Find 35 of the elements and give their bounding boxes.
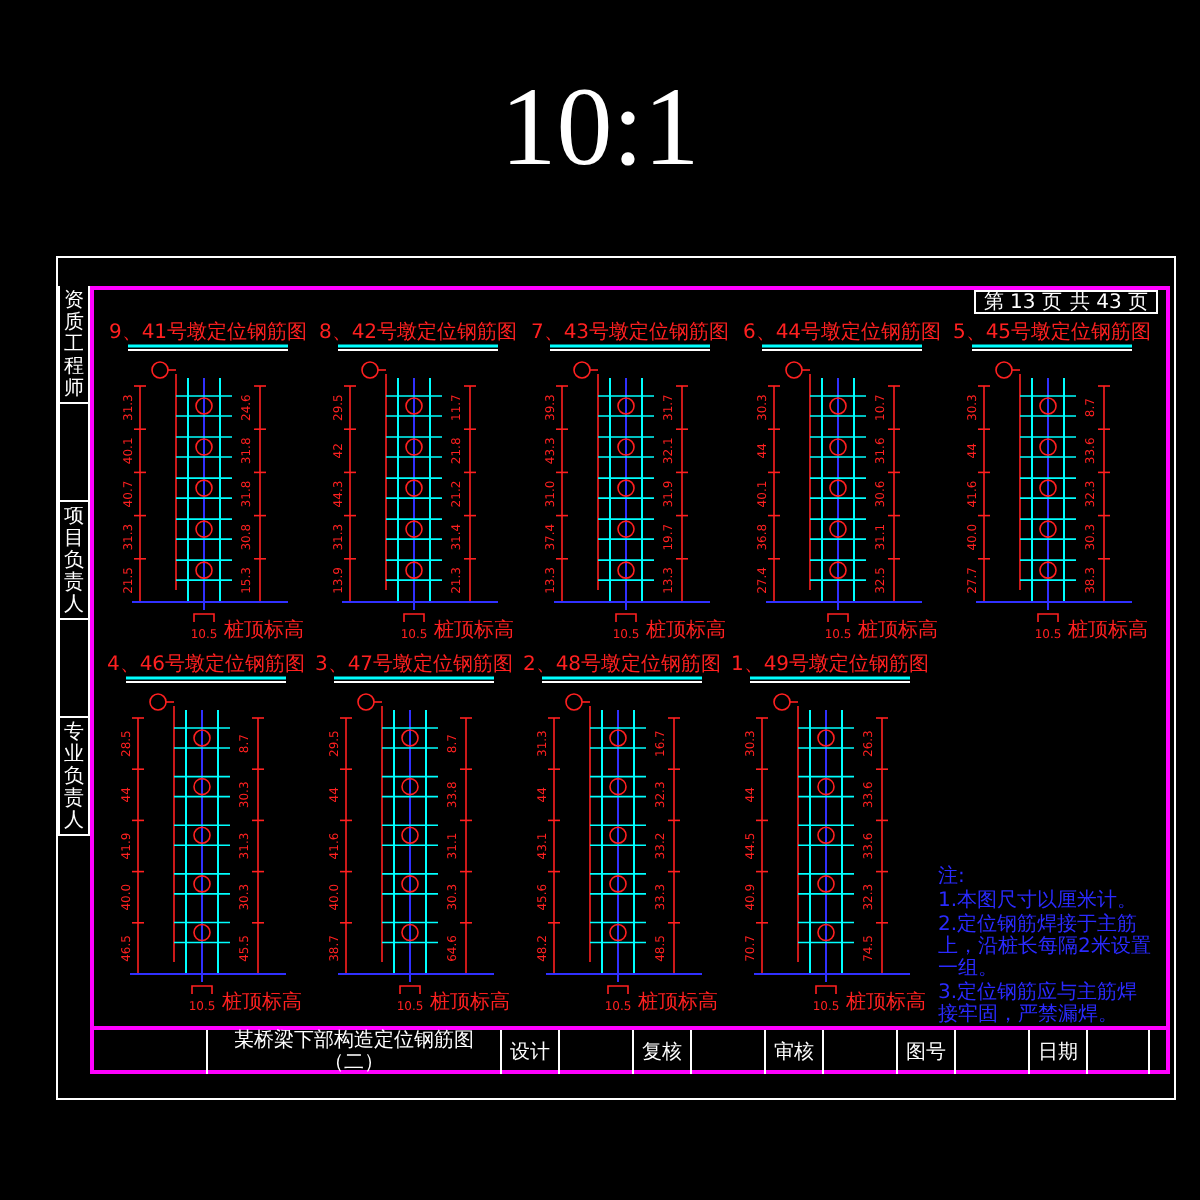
drawing-title: 7、43号墩定位钢筋图 (530, 322, 730, 344)
elevation-label: 桩顶标高 (857, 620, 938, 642)
drawing-title: 8、42号墩定位钢筋图 (319, 322, 518, 344)
drawing-title: 5、45号墩定位钢筋图 (953, 322, 1152, 344)
elevation-label: 桩顶标高 (222, 992, 302, 1014)
drawing-title: 2、48号墩定位钢筋图 (522, 654, 722, 676)
elevation-label: 桩顶标高 (846, 992, 926, 1014)
field-label: 图号 (906, 1041, 946, 1063)
strip-label: 资质工程师 (64, 289, 84, 399)
drawing-title: 3、47号墩定位钢筋图 (314, 654, 514, 676)
drawing-name: 某桥梁下部构造定位钢筋图 (234, 1030, 474, 1052)
note-text: 2.定位钢筋焊接于主筋上，沿桩长每隔2米设置一组。 (938, 914, 1153, 980)
drawing-name: （二） (324, 1052, 384, 1074)
field-label: 复核 (642, 1041, 682, 1063)
elevation-label: 桩顶标高 (434, 620, 515, 642)
field-label: 审核 (774, 1041, 814, 1063)
drawing-title: 9、41号墩定位钢筋图 (108, 322, 307, 344)
page-total: 共 43 页 (1069, 291, 1148, 313)
field-label: 日期 (1038, 1041, 1078, 1063)
elevation-label: 桩顶标高 (645, 620, 726, 642)
strip-label: 项目负责人 (64, 505, 84, 615)
elevation-label: 桩顶标高 (223, 620, 304, 642)
drawing-title: 6、44号墩定位钢筋图 (742, 322, 941, 344)
elevation-label: 桩顶标高 (1068, 620, 1149, 642)
page-current: 第 13 页 (983, 291, 1062, 313)
drawing-title: 4、46号墩定位钢筋图 (106, 654, 306, 676)
elevation-label: 桩顶标高 (638, 992, 718, 1014)
scale-ratio: 10:1 (498, 64, 702, 194)
strip-label: 专业负责人 (64, 721, 84, 831)
elevation-label: 桩顶标高 (430, 992, 510, 1014)
notes-heading: 注: (938, 866, 967, 888)
note-text: 3.定位钢筋应与主筋焊接牢固，严禁漏焊。 (938, 982, 1140, 1026)
drawing-title: 1、49号墩定位钢筋图 (730, 654, 930, 676)
note-text: 1.本图尺寸以厘米计。 (938, 890, 1140, 912)
field-label: 设计 (510, 1041, 550, 1063)
